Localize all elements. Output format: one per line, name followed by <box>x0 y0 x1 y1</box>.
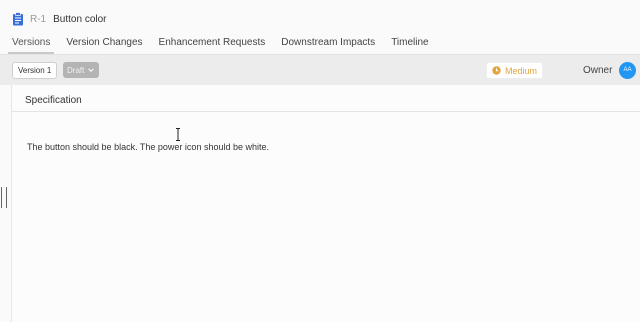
priority-badge[interactable]: Medium <box>486 62 544 79</box>
tab-downstream-impacts[interactable]: Downstream Impacts <box>281 36 375 54</box>
tab-versions[interactable]: Versions <box>7 36 55 54</box>
version-toolbar: Version 1 Draft Medium Owner AA <box>0 54 640 85</box>
specification-header: Specification <box>12 87 640 112</box>
clock-icon <box>492 66 501 75</box>
tab-bar: Versions Version Changes Enhancement Req… <box>7 36 445 54</box>
handle-bar <box>6 187 7 208</box>
tab-version-changes[interactable]: Version Changes <box>66 36 142 54</box>
specification-title: Specification <box>25 95 82 106</box>
status-dropdown[interactable]: Draft <box>63 62 100 78</box>
title-row: R-1 Button color <box>12 11 107 27</box>
requirement-id: R-1 <box>30 13 47 25</box>
owner-avatar[interactable]: AA <box>619 62 636 79</box>
owner-label: Owner <box>583 65 613 76</box>
version-selector[interactable]: Version 1 <box>12 62 58 79</box>
status-label: Draft <box>67 65 85 75</box>
tab-timeline[interactable]: Timeline <box>391 36 428 54</box>
handle-bar <box>1 187 2 208</box>
app-window: R-1 Button color Versions Version Change… <box>0 0 640 322</box>
resize-handle[interactable] <box>1 187 7 208</box>
tab-enhancement-requests[interactable]: Enhancement Requests <box>159 36 266 54</box>
specification-text[interactable]: The button should be black. The power ic… <box>27 142 269 152</box>
text-cursor-icon <box>176 128 180 141</box>
specification-panel: Specification The button should be black… <box>11 85 640 322</box>
priority-label: Medium <box>505 65 538 76</box>
clipboard-icon <box>13 12 23 26</box>
requirement-title: Button color <box>53 13 107 25</box>
chevron-down-icon <box>88 68 95 73</box>
requirement-header: R-1 Button color Versions Version Change… <box>0 0 640 54</box>
